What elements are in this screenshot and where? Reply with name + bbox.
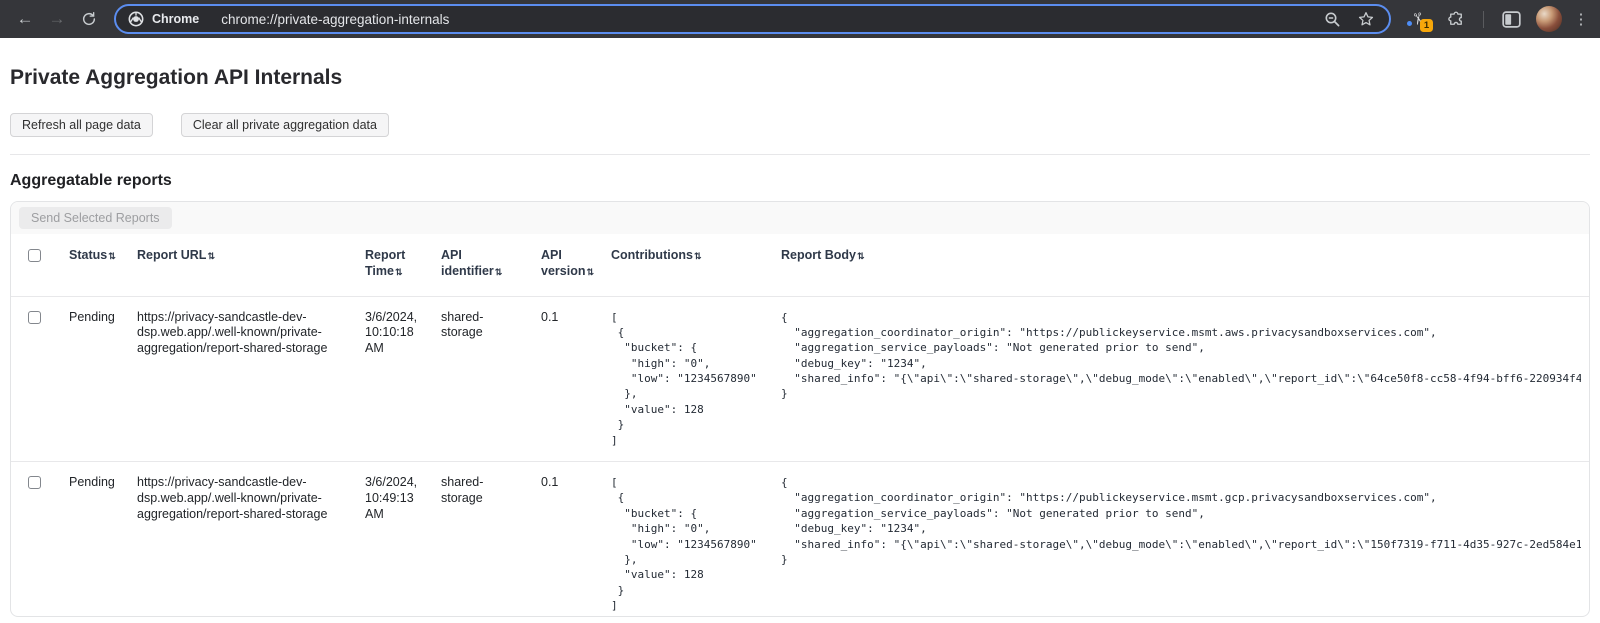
zoom-icon[interactable] <box>1324 11 1341 28</box>
reload-button[interactable] <box>74 4 104 34</box>
scissors-dot <box>1407 21 1412 26</box>
puzzle-icon <box>1447 10 1465 28</box>
extensions-button[interactable] <box>1441 4 1471 34</box>
table-row: Pending https://privacy-sandcastle-dev-d… <box>11 296 1589 462</box>
sort-icon: ⇅ <box>586 267 594 277</box>
report-url-cell: https://privacy-sandcastle-dev-dsp.web.a… <box>127 296 355 462</box>
report-body-json: { "aggregation_coordinator_origin": "htt… <box>781 475 1581 567</box>
contributions-cell: [ { "bucket": { "high": "0", "low": "123… <box>601 296 771 462</box>
checkbox-cell <box>11 462 59 618</box>
header-report-url[interactable]: Report URL⇅ <box>127 234 355 296</box>
forward-button[interactable]: → <box>42 4 72 34</box>
divider <box>10 154 1590 155</box>
profile-avatar[interactable] <box>1536 6 1562 32</box>
sort-icon: ⇅ <box>857 251 865 261</box>
api-version-cell: 0.1 <box>531 296 601 462</box>
header-report-time[interactable]: Report Time⇅ <box>355 234 431 296</box>
header-report-body[interactable]: Report Body⇅ <box>771 234 1589 296</box>
report-body-json: { "aggregation_coordinator_origin": "htt… <box>781 310 1581 402</box>
reload-icon <box>81 11 97 27</box>
page-title: Private Aggregation API Internals <box>10 66 1590 90</box>
section-title: Aggregatable reports <box>10 172 1590 190</box>
header-api-version[interactable]: API version⇅ <box>531 234 601 296</box>
reports-table: Status⇅ Report URL⇅ Report Time⇅ API ide… <box>11 234 1589 617</box>
sort-icon: ⇅ <box>108 251 116 261</box>
page-actions: Refresh all page data Clear all private … <box>10 113 1590 137</box>
chrome-scheme-chip: Chrome <box>128 11 199 27</box>
header-api-identifier[interactable]: API identifier⇅ <box>431 234 531 296</box>
toolbar-separator <box>1483 11 1484 28</box>
clear-all-button[interactable]: Clear all private aggregation data <box>181 113 389 137</box>
checkbox-cell <box>11 296 59 462</box>
bookmark-star-icon[interactable] <box>1357 10 1375 28</box>
report-body-cell: { "aggregation_coordinator_origin": "htt… <box>771 296 1589 462</box>
side-panel-button[interactable] <box>1496 4 1526 34</box>
sort-icon: ⇅ <box>694 251 702 261</box>
chip-label: Chrome <box>152 12 199 26</box>
row-checkbox[interactable] <box>28 476 41 489</box>
api-identifier-cell: shared-storage <box>431 296 531 462</box>
address-bar[interactable]: Chrome chrome://private-aggregation-inte… <box>114 4 1391 34</box>
aggregatable-reports-card: Send Selected Reports Status⇅ Report URL… <box>10 201 1590 617</box>
contributions-json: [ { "bucket": { "high": "0", "low": "123… <box>611 475 763 614</box>
row-checkbox[interactable] <box>28 311 41 324</box>
table-row: Pending https://privacy-sandcastle-dev-d… <box>11 462 1589 618</box>
side-panel-icon <box>1502 11 1521 28</box>
back-button[interactable]: ← <box>10 4 40 34</box>
browser-menu-button[interactable]: ⋮ <box>1572 10 1590 28</box>
api-identifier-cell: shared-storage <box>431 462 531 618</box>
forward-icon: → <box>49 9 66 29</box>
status-cell: Pending <box>59 462 127 618</box>
page-content: Private Aggregation API Internals Refres… <box>0 66 1600 617</box>
header-select-all <box>11 234 59 296</box>
back-icon: ← <box>17 9 34 29</box>
browser-toolbar: ← → Chrome chrome://private-aggregation-… <box>0 0 1600 38</box>
report-url-cell: https://privacy-sandcastle-dev-dsp.web.a… <box>127 462 355 618</box>
report-time-cell: 3/6/2024, 10:49:13 AM <box>355 462 431 618</box>
chrome-logo-icon <box>128 11 144 27</box>
sort-icon: ⇅ <box>495 267 503 277</box>
header-contributions[interactable]: Contributions⇅ <box>601 234 771 296</box>
status-cell: Pending <box>59 296 127 462</box>
contributions-json: [ { "bucket": { "high": "0", "low": "123… <box>611 310 763 449</box>
reports-toolbar: Send Selected Reports <box>11 202 1589 234</box>
url-text: chrome://private-aggregation-internals <box>221 12 1324 27</box>
report-time-cell: 3/6/2024, 10:10:18 AM <box>355 296 431 462</box>
select-all-checkbox[interactable] <box>28 249 41 262</box>
sort-icon: ⇅ <box>207 251 215 261</box>
header-status[interactable]: Status⇅ <box>59 234 127 296</box>
contributions-cell: [ { "bucket": { "high": "0", "low": "123… <box>601 462 771 618</box>
table-header-row: Status⇅ Report URL⇅ Report Time⇅ API ide… <box>11 234 1589 296</box>
api-version-cell: 0.1 <box>531 462 601 618</box>
scissors-extension-button[interactable]: ✂ 1 <box>1405 5 1431 33</box>
report-body-cell: { "aggregation_coordinator_origin": "htt… <box>771 462 1589 618</box>
refresh-all-button[interactable]: Refresh all page data <box>10 113 153 137</box>
extension-badge: 1 <box>1420 19 1433 32</box>
sort-icon: ⇅ <box>395 267 403 277</box>
send-selected-reports-button[interactable]: Send Selected Reports <box>19 207 172 229</box>
